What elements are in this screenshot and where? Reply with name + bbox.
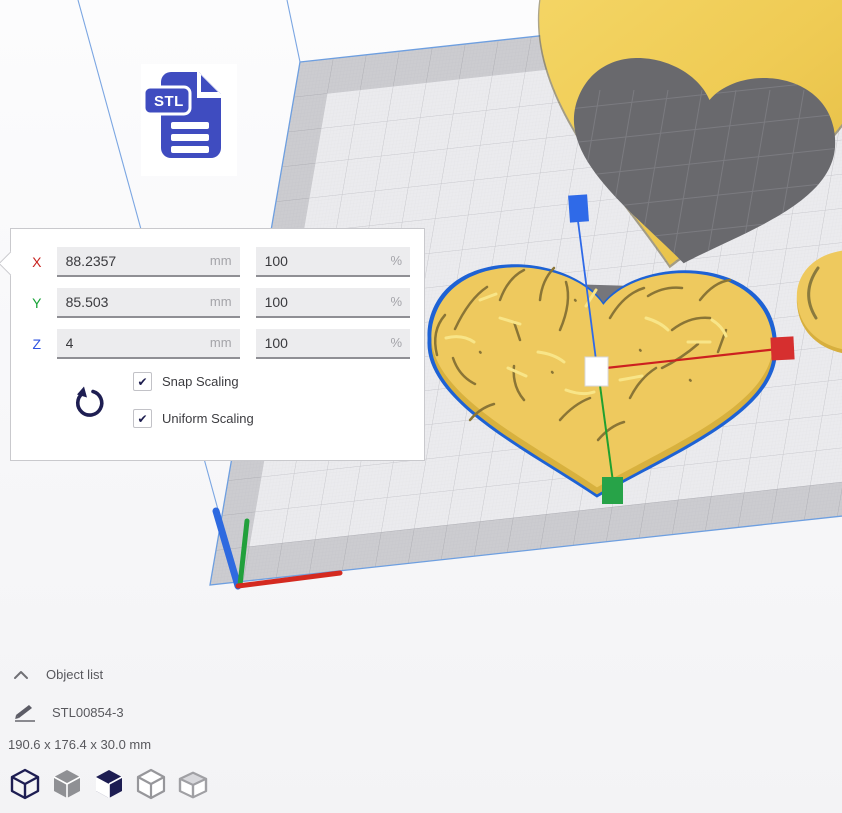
axis-y-label: Y	[25, 295, 49, 311]
uniform-scaling-checkbox[interactable]: ✔ Uniform Scaling	[133, 409, 254, 428]
reset-scale-button[interactable]	[69, 384, 107, 422]
scale-handle-x[interactable]	[770, 336, 794, 360]
object-dimensions-row: 190.6 x 176.4 x 30.0 mm	[8, 737, 151, 752]
cube-half-icon[interactable]	[92, 767, 126, 801]
snap-scaling-checkbox[interactable]: ✔ Snap Scaling	[133, 372, 239, 391]
scale-z-percent-input[interactable]	[256, 329, 410, 357]
cube-solid-icon[interactable]	[50, 767, 84, 801]
scale-handle-y[interactable]	[602, 477, 623, 504]
scale-row-y: Y mm %	[25, 288, 410, 318]
scale-tool-panel: X mm % Y mm % Z mm %	[10, 228, 425, 461]
view-mode-icons	[8, 767, 218, 801]
axis-x-label: X	[25, 254, 49, 270]
snap-scaling-label: Snap Scaling	[162, 374, 239, 389]
pencil-icon[interactable]	[12, 702, 38, 722]
build-volume-edge	[287, 0, 300, 62]
scale-y-mm-input[interactable]	[57, 288, 240, 316]
object-name: STL00854-3	[52, 705, 124, 720]
object-dimensions: 190.6 x 176.4 x 30.0 mm	[8, 737, 151, 752]
scale-y-percent-input[interactable]	[256, 288, 410, 316]
reset-arrow-icon	[69, 384, 107, 422]
object-list-title: Object list	[46, 667, 103, 682]
object-list-item[interactable]: STL00854-3	[12, 702, 124, 722]
checkbox-check-icon[interactable]: ✔	[133, 372, 152, 391]
axis-z-label: Z	[25, 336, 49, 352]
scale-row-x: X mm %	[25, 247, 410, 277]
scale-handle-z[interactable]	[568, 194, 589, 222]
scale-z-mm-input[interactable]	[57, 329, 240, 357]
cube-wireframe-icon[interactable]	[8, 767, 42, 801]
checkbox-check-icon[interactable]: ✔	[133, 409, 152, 428]
stl-file-icon: STL	[141, 64, 237, 176]
scale-x-mm-input[interactable]	[57, 247, 240, 275]
uniform-scaling-label: Uniform Scaling	[162, 411, 254, 426]
stl-badge-label: STL	[154, 93, 184, 110]
object-list-panel: Object list STL00854-3 190.6 x 176.4 x 3…	[0, 655, 420, 813]
scale-handle-center[interactable]	[585, 357, 608, 386]
cube-flat-icon[interactable]	[176, 767, 210, 801]
object-list-header[interactable]: Object list	[12, 667, 103, 682]
chevron-up-icon[interactable]	[12, 669, 30, 681]
scale-x-percent-input[interactable]	[256, 247, 410, 275]
cube-outline-icon[interactable]	[134, 767, 168, 801]
scale-row-z: Z mm %	[25, 329, 410, 359]
